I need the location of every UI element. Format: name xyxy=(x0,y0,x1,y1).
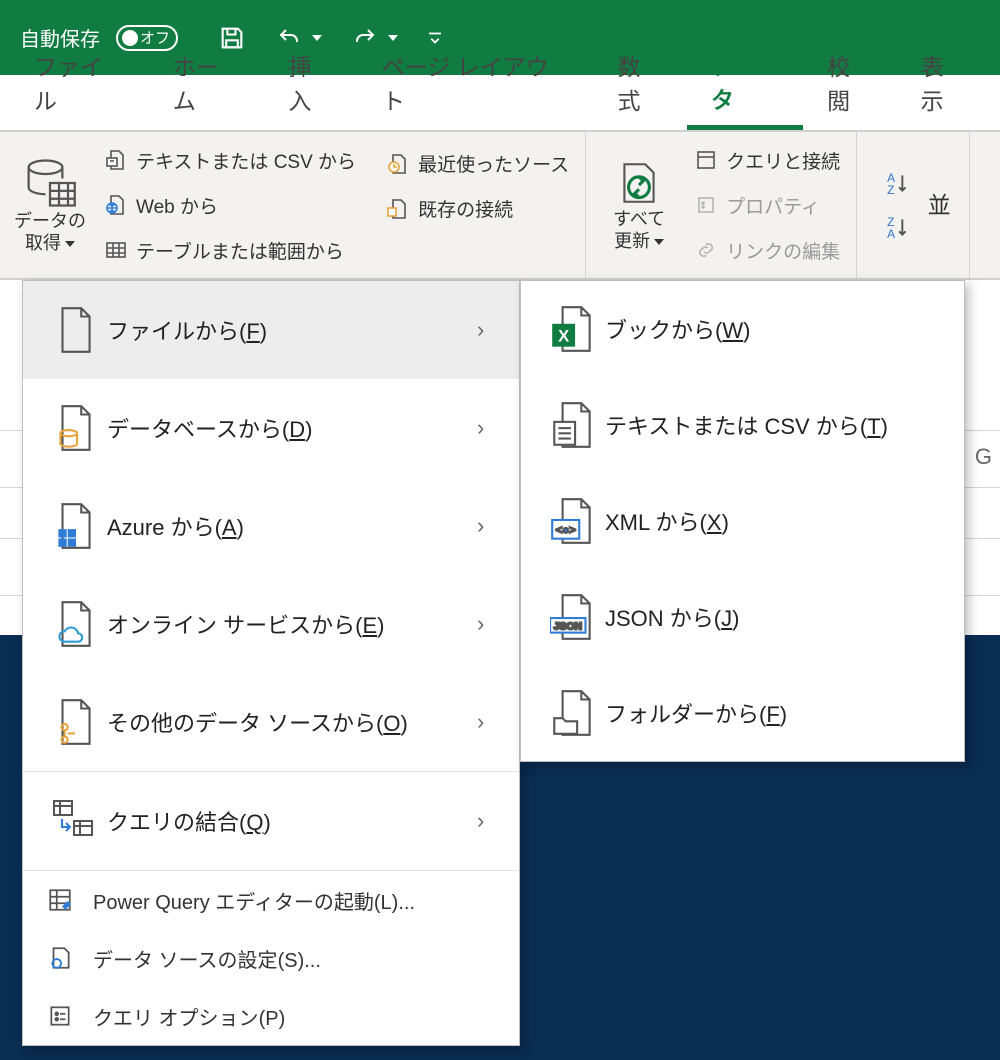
chevron-right-icon: › xyxy=(477,611,497,637)
submenu-from-text-csv[interactable]: テキストまたは CSV から(T) xyxy=(521,377,964,473)
from-file-submenu: X ブックから(W) テキストまたは CSV から(T) <●> XML から(… xyxy=(520,280,965,762)
text-file-icon xyxy=(104,148,128,172)
menu-from-file[interactable]: ファイルから(F) › xyxy=(23,281,519,379)
recent-sources-button[interactable]: 最近使ったソース xyxy=(380,148,575,179)
tab-insert[interactable]: 挿入 xyxy=(264,36,357,130)
menu-item-label: その他のデータ ソースから(O) xyxy=(107,706,477,738)
submenu-from-xml[interactable]: <●> XML から(X) xyxy=(521,473,964,569)
ribbon: データの 取得 テキストまたは CSV から Web から テーブルまたは範囲か… xyxy=(0,132,1000,280)
chevron-right-icon: › xyxy=(477,808,497,834)
submenu-from-json[interactable]: JSON JSON から(J) xyxy=(521,569,964,665)
excel-file-icon: X xyxy=(541,303,605,355)
menu-item-label: JSON から(J) xyxy=(605,601,942,633)
menu-data-source-settings[interactable]: データ ソースの設定(S)... xyxy=(23,929,519,987)
azure-icon xyxy=(43,500,107,552)
chevron-right-icon: › xyxy=(477,513,497,539)
properties-icon xyxy=(694,193,718,217)
json-file-icon: JSON xyxy=(541,591,605,643)
submenu-from-workbook[interactable]: X ブックから(W) xyxy=(521,281,964,377)
web-file-icon xyxy=(104,193,128,217)
menu-item-label: ファイルから(F) xyxy=(107,314,477,346)
menu-item-label: クエリの結合(Q) xyxy=(107,805,477,837)
column-header[interactable]: G xyxy=(975,444,992,470)
xml-file-icon: <●> xyxy=(541,495,605,547)
menu-launch-power-query[interactable]: Power Query エディターの起動(L)... xyxy=(23,871,519,929)
tab-view[interactable]: 表示 xyxy=(897,36,990,130)
menu-item-label: テキストまたは CSV から(T) xyxy=(605,409,942,441)
links-icon xyxy=(694,238,718,262)
get-data-menu: ファイルから(F) › データベースから(D) › Azure から(A) › … xyxy=(22,280,520,1046)
properties-button: プロパティ xyxy=(688,190,846,221)
sort-desc-icon: ZA xyxy=(883,214,913,240)
chevron-down-icon xyxy=(65,241,75,247)
cloud-file-icon xyxy=(43,598,107,650)
table-edit-icon xyxy=(43,887,77,913)
from-web-button[interactable]: Web から xyxy=(98,190,362,221)
tab-data[interactable]: データ xyxy=(687,35,803,130)
settings-file-icon xyxy=(43,945,77,971)
group-queries-connections: すべて 更新 クエリと接続 プロパティ リンクの編集 xyxy=(586,132,857,278)
get-data-button[interactable]: データの 取得 xyxy=(10,138,90,272)
menu-item-label: クエリ オプション(P) xyxy=(93,1002,285,1031)
menu-item-label: XML から(X) xyxy=(605,505,942,537)
menu-from-other-sources[interactable]: その他のデータ ソースから(O) › xyxy=(23,673,519,771)
menu-item-label: Power Query エディターの起動(L)... xyxy=(93,886,415,915)
menu-combine-queries[interactable]: クエリの結合(Q) › xyxy=(23,772,519,870)
text-file-icon xyxy=(541,399,605,451)
svg-text:<●>: <●> xyxy=(556,524,577,536)
svg-text:Z: Z xyxy=(887,183,894,196)
table-icon xyxy=(104,238,128,262)
sort-button[interactable]: 並 xyxy=(919,138,959,272)
menu-item-label: データベースから(D) xyxy=(107,412,477,444)
menu-item-label: Azure から(A) xyxy=(107,510,477,542)
menu-query-options[interactable]: クエリ オプション(P) xyxy=(23,987,519,1045)
ribbon-tabs: ファイル ホーム 挿入 ページ レイアウト 数式 データ 校閲 表示 xyxy=(0,75,1000,132)
svg-text:A: A xyxy=(887,227,895,240)
svg-text:X: X xyxy=(558,326,569,345)
menu-item-label: データ ソースの設定(S)... xyxy=(93,944,321,973)
group-sort-filter: AZ ZA 並 xyxy=(857,132,970,278)
refresh-all-button[interactable]: すべて 更新 xyxy=(596,138,682,272)
tab-formula[interactable]: 数式 xyxy=(593,36,686,130)
tab-review[interactable]: 校閲 xyxy=(803,36,896,130)
chevron-right-icon: › xyxy=(477,709,497,735)
menu-item-label: オンライン サービスから(E) xyxy=(107,608,477,640)
file-icon xyxy=(43,304,107,356)
menu-from-online-services[interactable]: オンライン サービスから(E) › xyxy=(23,575,519,673)
group-get-transform: データの 取得 テキストまたは CSV から Web から テーブルまたは範囲か… xyxy=(0,132,586,278)
menu-from-azure[interactable]: Azure から(A) › xyxy=(23,477,519,575)
database-icon xyxy=(23,156,77,210)
submenu-from-folder[interactable]: フォルダーから(F) xyxy=(521,665,964,761)
autosave-toggle[interactable]: オフ xyxy=(116,25,178,51)
edit-links-button: リンクの編集 xyxy=(688,235,846,266)
folder-file-icon xyxy=(541,687,605,739)
from-text-csv-button[interactable]: テキストまたは CSV から xyxy=(98,145,362,176)
chevron-down-icon xyxy=(654,239,664,245)
existing-connections-button[interactable]: 既存の接続 xyxy=(380,193,575,224)
menu-item-label: フォルダーから(F) xyxy=(605,697,942,729)
menu-from-database[interactable]: データベースから(D) › xyxy=(23,379,519,477)
sort-desc-button[interactable]: ZA xyxy=(877,212,919,242)
options-icon xyxy=(43,1003,77,1029)
sort-asc-icon: AZ xyxy=(883,170,913,196)
queries-connections-button[interactable]: クエリと接続 xyxy=(688,145,846,176)
existing-conn-icon xyxy=(386,197,410,221)
database-file-icon xyxy=(43,402,107,454)
menu-item-label: ブックから(W) xyxy=(605,313,942,345)
svg-text:JSON: JSON xyxy=(554,621,582,632)
other-sources-icon xyxy=(43,696,107,748)
from-table-range-button[interactable]: テーブルまたは範囲から xyxy=(98,235,362,266)
clock-file-icon xyxy=(386,152,410,176)
refresh-icon xyxy=(614,158,664,208)
combine-icon xyxy=(43,797,107,845)
sort-asc-button[interactable]: AZ xyxy=(877,168,919,198)
chevron-right-icon: › xyxy=(477,317,497,343)
tab-page-layout[interactable]: ページ レイアウト xyxy=(358,36,594,130)
queries-icon xyxy=(694,148,718,172)
chevron-right-icon: › xyxy=(477,415,497,441)
